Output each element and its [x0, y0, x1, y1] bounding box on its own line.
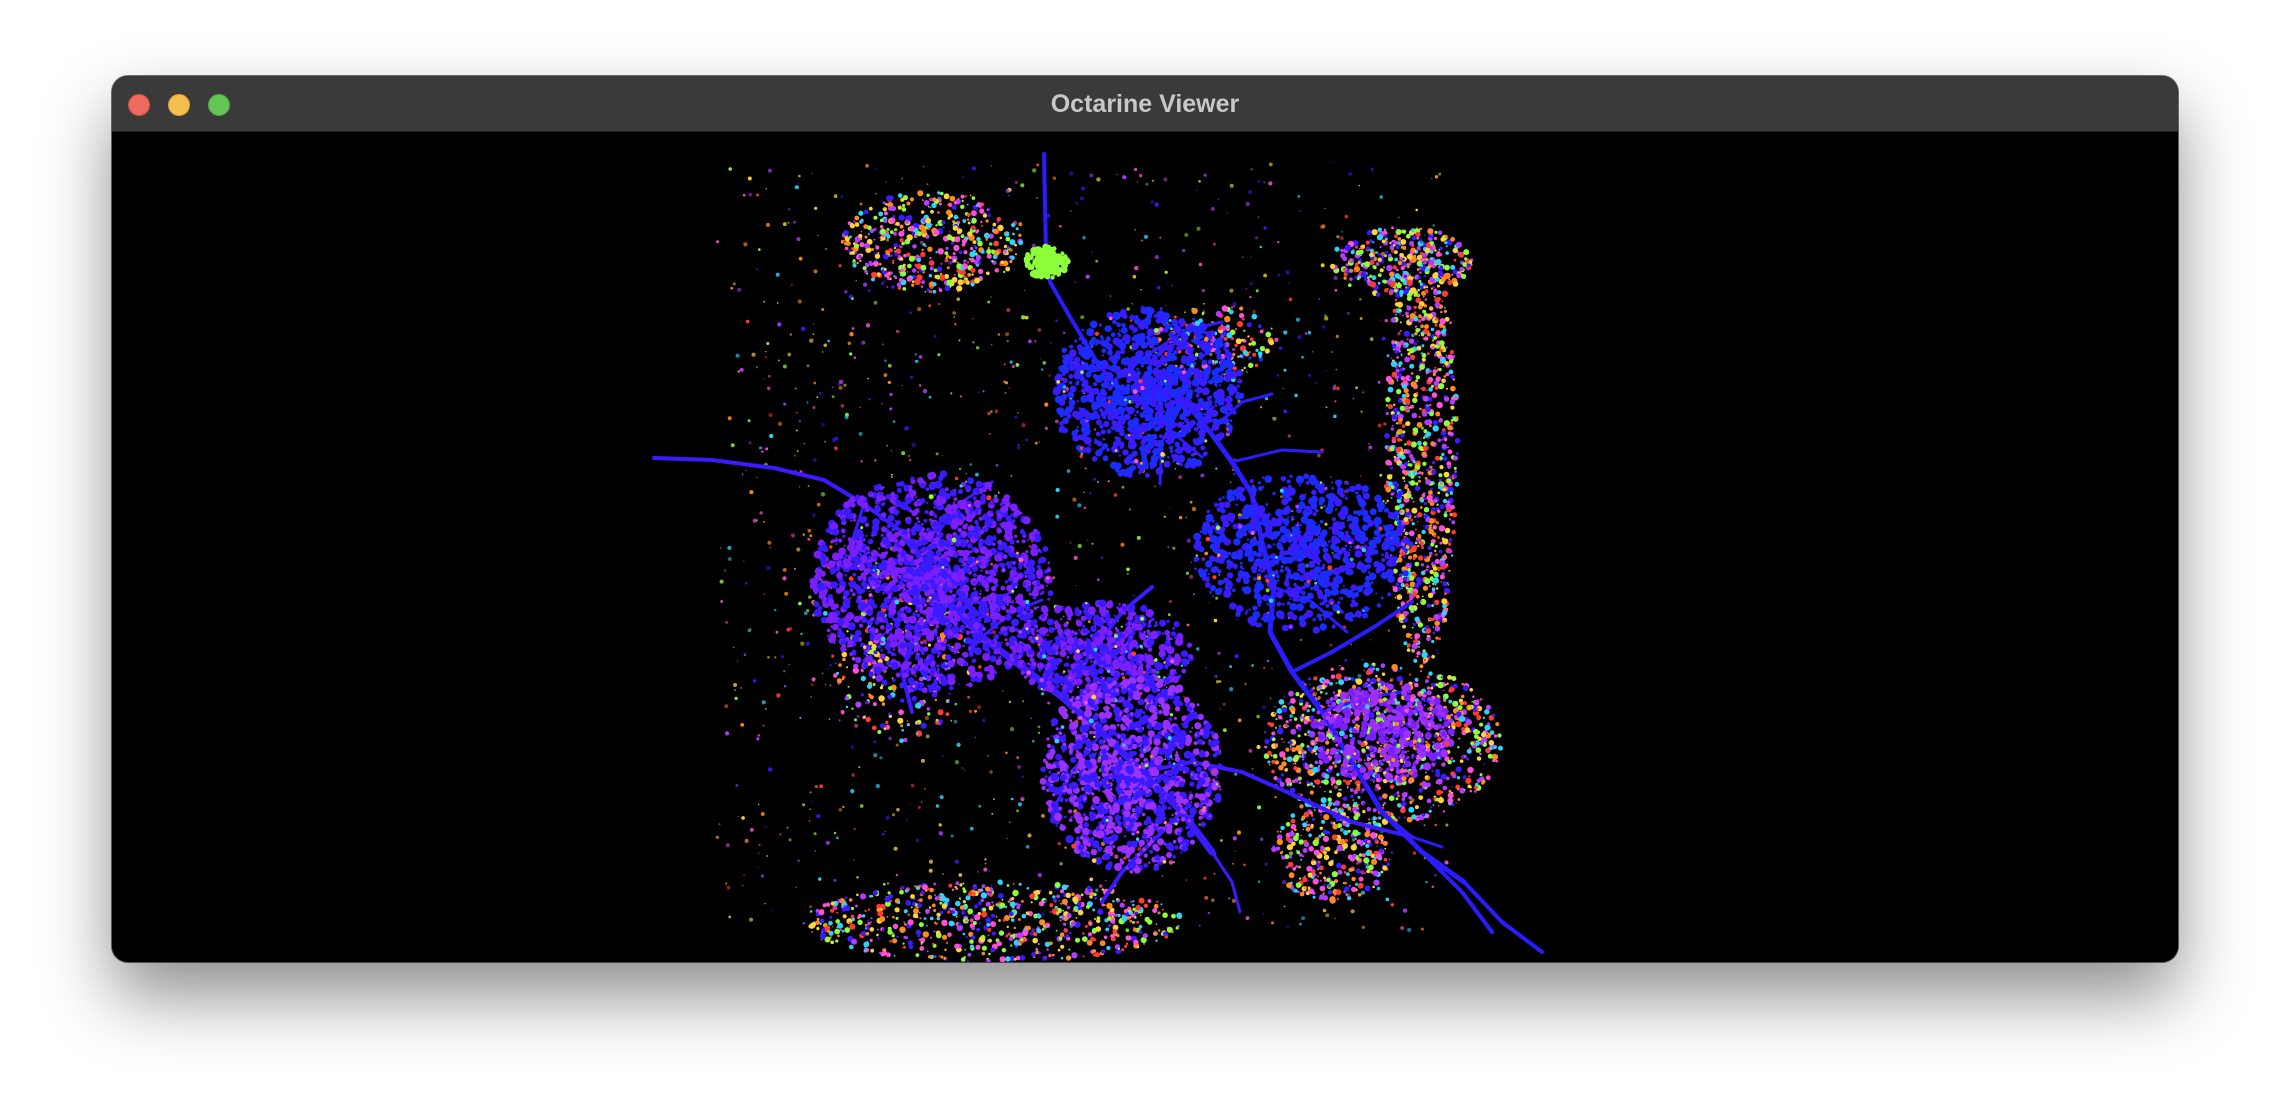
title-bar[interactable]: Octarine Viewer	[112, 76, 2178, 132]
viewer-window: Octarine Viewer	[112, 76, 2178, 962]
3d-viewport[interactable]	[112, 132, 2178, 962]
neuron-render[interactable]	[112, 132, 2178, 962]
window-title: Octarine Viewer	[1050, 90, 1240, 118]
